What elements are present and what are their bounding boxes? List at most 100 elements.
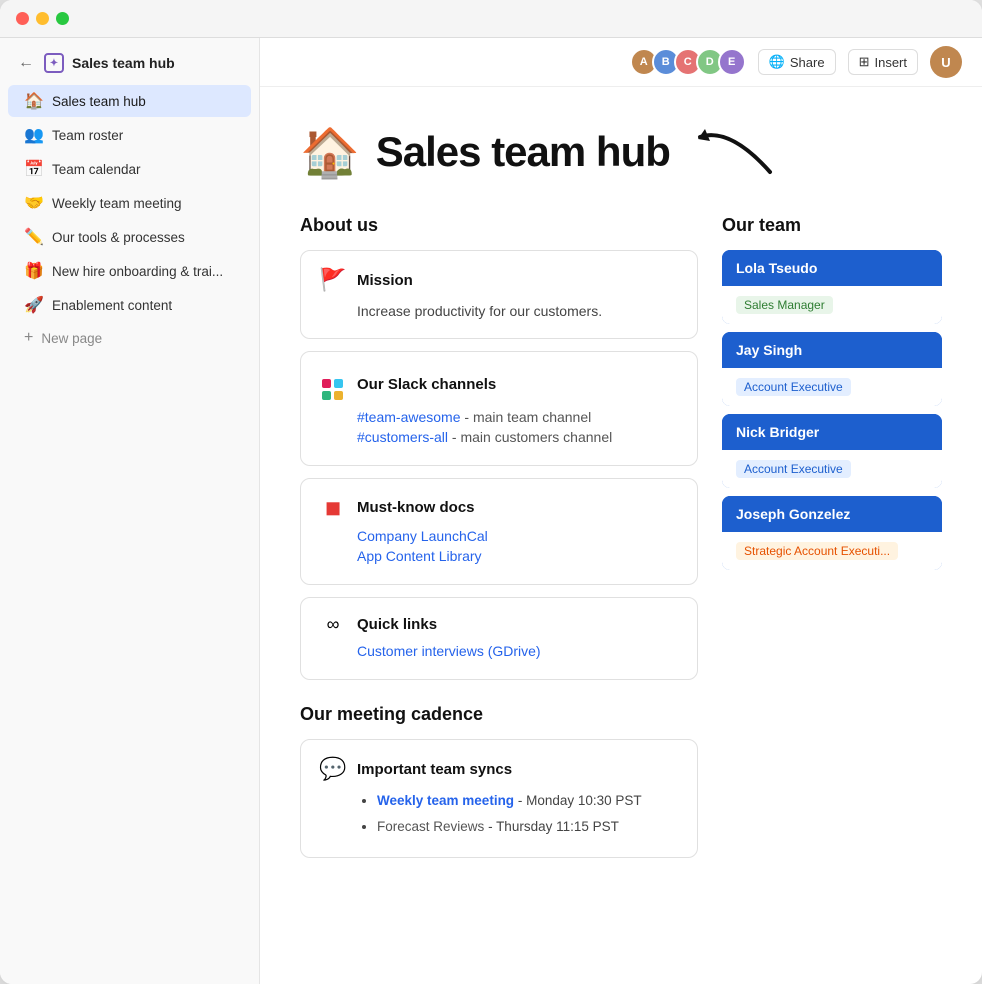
sidebar-item-team-calendar[interactable]: 📅 Team calendar bbox=[8, 153, 251, 185]
slack-link-2[interactable]: #customers-all - main customers channel bbox=[357, 429, 679, 445]
docs-title: Must-know docs bbox=[357, 499, 475, 516]
slack-title: Our Slack channels bbox=[357, 376, 496, 393]
app-body: ← ✦ Sales team hub 🏠 Sales team hub 👥 Te… bbox=[0, 38, 982, 984]
docs-card-header: ◼ Must-know docs bbox=[319, 495, 679, 520]
slack-channel-2: #customers-all bbox=[357, 429, 448, 445]
slack-icon bbox=[319, 368, 347, 401]
slack-channel-1-suffix: - main team channel bbox=[461, 409, 592, 425]
slack-channel-1: #team-awesome bbox=[357, 409, 461, 425]
team-member-lola[interactable]: Lola Tseudo Sales Manager bbox=[722, 250, 942, 324]
titlebar bbox=[0, 0, 982, 38]
main-content: A B C D E 🌐 Share ⊞ Insert U bbox=[260, 38, 982, 984]
page-title: Sales team hub bbox=[376, 128, 670, 176]
share-icon: 🌐 bbox=[769, 54, 785, 70]
sidebar-icon-team-roster: 👥 bbox=[24, 125, 44, 145]
sidebar-icon-enablement: 🚀 bbox=[24, 295, 44, 315]
share-button[interactable]: 🌐 Share bbox=[758, 49, 836, 75]
sidebar-item-weekly-meeting[interactable]: 🤝 Weekly team meeting bbox=[8, 187, 251, 219]
new-page-label: New page bbox=[41, 331, 102, 346]
team-member-nick-body: Account Executive bbox=[722, 450, 942, 488]
meeting-card: 💬 Important team syncs Weekly team meeti… bbox=[300, 739, 698, 858]
sidebar: ← ✦ Sales team hub 🏠 Sales team hub 👥 Te… bbox=[0, 38, 260, 984]
topbar: A B C D E 🌐 Share ⊞ Insert U bbox=[260, 38, 982, 87]
sidebar-item-tools-processes[interactable]: ✏️ Our tools & processes bbox=[8, 221, 251, 253]
team-member-nick-name: Nick Bridger bbox=[722, 414, 942, 450]
meeting-cadence-title: Our meeting cadence bbox=[300, 704, 698, 725]
team-member-jay-name: Jay Singh bbox=[722, 332, 942, 368]
quick-link-1[interactable]: Customer interviews (GDrive) bbox=[357, 643, 679, 659]
slack-body: #team-awesome - main team channel #custo… bbox=[319, 409, 679, 445]
new-page-button[interactable]: + New page bbox=[8, 323, 251, 353]
back-button[interactable]: ← bbox=[16, 52, 36, 74]
mission-card-header: 🚩 Mission bbox=[319, 267, 679, 293]
avatar-group: A B C D E bbox=[630, 48, 746, 76]
meeting-icon: 💬 bbox=[319, 756, 347, 782]
slack-channel-2-suffix: - main customers channel bbox=[448, 429, 612, 445]
sidebar-icon-new-hire: 🎁 bbox=[24, 261, 44, 281]
mission-icon: 🚩 bbox=[319, 267, 347, 293]
quicklinks-card-header: ∞ Quick links bbox=[319, 614, 679, 635]
sidebar-nav-top: ← ✦ Sales team hub bbox=[0, 48, 259, 84]
page-header: 🏠 Sales team hub bbox=[300, 117, 942, 187]
team-member-nick-role: Account Executive bbox=[736, 460, 851, 478]
close-button[interactable] bbox=[16, 12, 29, 25]
sidebar-label-team-calendar: Team calendar bbox=[52, 162, 141, 177]
insert-button[interactable]: ⊞ Insert bbox=[848, 49, 918, 75]
docs-body: Company LaunchCal App Content Library bbox=[319, 528, 679, 564]
our-team-title: Our team bbox=[722, 215, 942, 236]
right-column: Our team Lola Tseudo Sales Manager Jay S… bbox=[722, 215, 942, 954]
team-member-jay-body: Account Executive bbox=[722, 368, 942, 406]
sidebar-item-sales-team-hub[interactable]: 🏠 Sales team hub bbox=[8, 85, 251, 117]
sidebar-label-team-roster: Team roster bbox=[52, 128, 123, 143]
team-member-nick[interactable]: Nick Bridger Account Executive bbox=[722, 414, 942, 488]
workspace-title: Sales team hub bbox=[72, 55, 175, 71]
page-content: 🏠 Sales team hub About us bbox=[260, 87, 982, 984]
share-label: Share bbox=[790, 55, 825, 70]
docs-icon: ◼ bbox=[319, 495, 347, 520]
meeting-link-1[interactable]: Weekly team meeting bbox=[377, 793, 514, 808]
team-member-joseph[interactable]: Joseph Gonzelez Strategic Account Execut… bbox=[722, 496, 942, 570]
two-column-layout: About us 🚩 Mission Increase productivity… bbox=[300, 215, 942, 954]
user-avatar[interactable]: U bbox=[930, 46, 962, 78]
mission-text: Increase productivity for our customers. bbox=[357, 301, 679, 322]
team-member-jay-role: Account Executive bbox=[736, 378, 851, 396]
workspace-icon: ✦ bbox=[44, 53, 64, 73]
sidebar-label-weekly-meeting: Weekly team meeting bbox=[52, 196, 182, 211]
maximize-button[interactable] bbox=[56, 12, 69, 25]
sidebar-item-new-hire[interactable]: 🎁 New hire onboarding & trai... bbox=[8, 255, 251, 287]
mission-card: 🚩 Mission Increase productivity for our … bbox=[300, 250, 698, 339]
mission-body: Increase productivity for our customers. bbox=[319, 301, 679, 322]
arrow-decoration bbox=[690, 117, 780, 187]
meeting-card-header: 💬 Important team syncs bbox=[319, 756, 679, 782]
slack-link-1[interactable]: #team-awesome - main team channel bbox=[357, 409, 679, 425]
insert-label: Insert bbox=[874, 55, 907, 70]
quicklinks-card: ∞ Quick links Customer interviews (GDriv… bbox=[300, 597, 698, 680]
slack-card: Our Slack channels #team-awesome - main … bbox=[300, 351, 698, 466]
mission-title: Mission bbox=[357, 272, 413, 289]
meeting-item-2: Forecast Reviews - Thursday 11:15 PST bbox=[377, 816, 679, 838]
doc-link-1[interactable]: Company LaunchCal bbox=[357, 528, 679, 544]
quicklinks-title: Quick links bbox=[357, 616, 437, 633]
meeting-link-2[interactable]: Forecast Reviews bbox=[377, 819, 484, 834]
meeting-item-2-suffix: - Thursday 11:15 PST bbox=[488, 819, 619, 834]
meeting-card-title: Important team syncs bbox=[357, 761, 512, 778]
sidebar-icon-sales-team-hub: 🏠 bbox=[24, 91, 44, 111]
meeting-item-1-suffix: - Monday 10:30 PST bbox=[518, 793, 642, 808]
team-member-jay[interactable]: Jay Singh Account Executive bbox=[722, 332, 942, 406]
team-member-lola-role: Sales Manager bbox=[736, 296, 833, 314]
team-member-lola-body: Sales Manager bbox=[722, 286, 942, 324]
avatar-5: E bbox=[718, 48, 746, 76]
docs-card: ◼ Must-know docs Company LaunchCal App C… bbox=[300, 478, 698, 585]
sidebar-item-team-roster[interactable]: 👥 Team roster bbox=[8, 119, 251, 151]
plus-icon: + bbox=[24, 329, 33, 347]
page-title-icon: 🏠 bbox=[300, 124, 360, 181]
doc-link-2[interactable]: App Content Library bbox=[357, 548, 679, 564]
minimize-button[interactable] bbox=[36, 12, 49, 25]
sidebar-icon-weekly-meeting: 🤝 bbox=[24, 193, 44, 213]
meeting-card-body: Weekly team meeting - Monday 10:30 PST F… bbox=[319, 790, 679, 837]
sidebar-item-enablement[interactable]: 🚀 Enablement content bbox=[8, 289, 251, 321]
traffic-lights bbox=[16, 12, 69, 25]
app-window: ← ✦ Sales team hub 🏠 Sales team hub 👥 Te… bbox=[0, 0, 982, 984]
slack-card-header: Our Slack channels bbox=[319, 368, 679, 401]
sidebar-label-sales-team-hub: Sales team hub bbox=[52, 94, 146, 109]
